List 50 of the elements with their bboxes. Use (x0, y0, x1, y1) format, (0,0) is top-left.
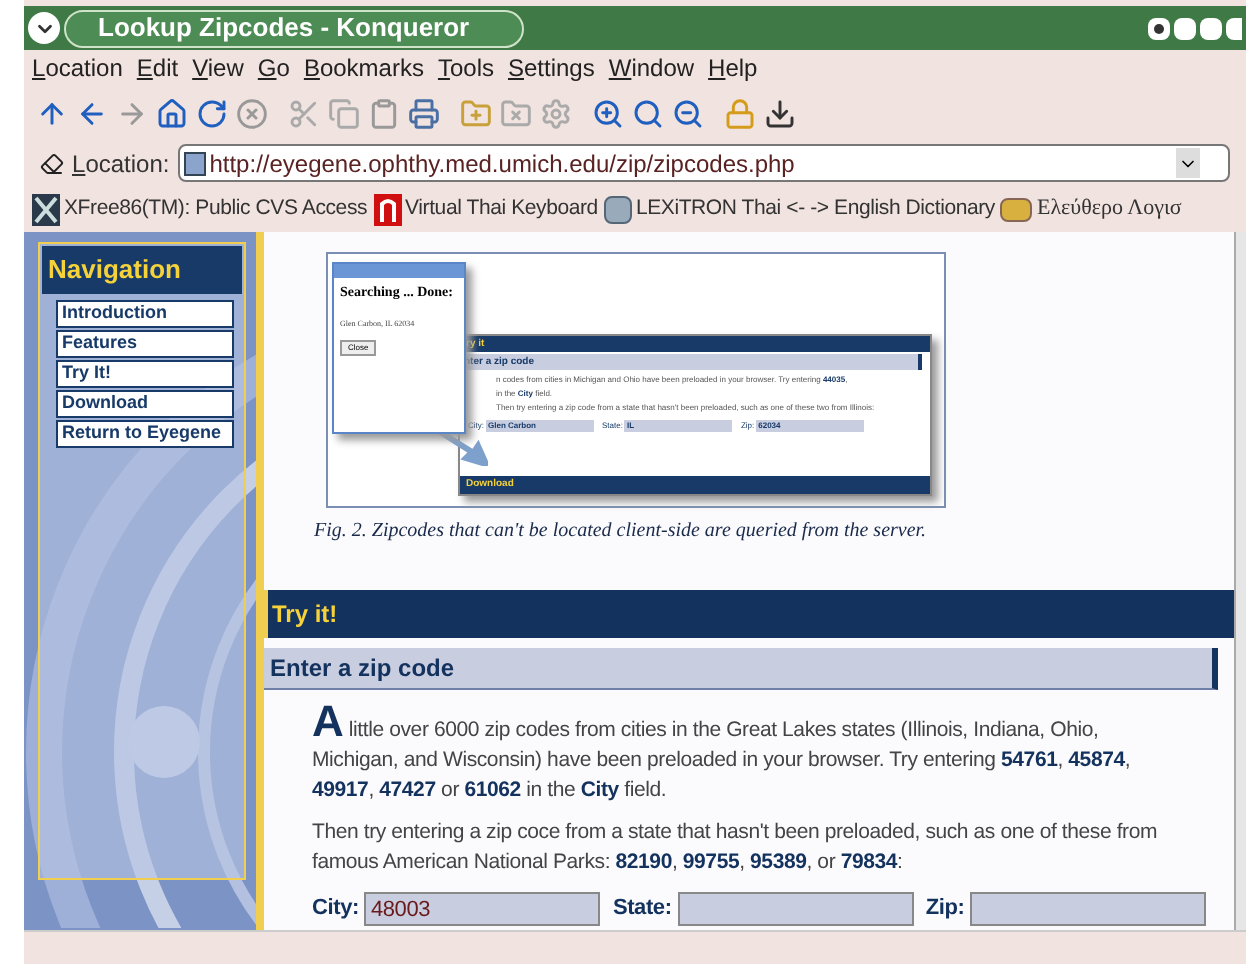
nav-link[interactable]: Introduction (56, 299, 234, 327)
help-icon[interactable] (1148, 17, 1170, 39)
navigation-title: Navigation (42, 246, 242, 293)
menu-item[interactable]: Tools (437, 50, 494, 86)
location-field[interactable]: http://eyegene.ophthy.med.umich.edu/zip/zipcodes.php (177, 144, 1230, 182)
text-field[interactable] (677, 892, 914, 926)
field-label: Zip: (925, 894, 965, 924)
nav-link[interactable]: Try It! (56, 359, 234, 387)
menu-item[interactable]: View (192, 50, 244, 86)
home-icon[interactable] (156, 97, 188, 129)
bookmark-link[interactable]: Ελεύθερο Λογισ (1036, 192, 1182, 226)
maximize-button[interactable] (1200, 17, 1222, 39)
zoom-out-icon[interactable] (672, 97, 704, 129)
nav-link[interactable]: Return to Eyegene (56, 419, 234, 447)
x-logo-icon (32, 193, 60, 225)
text-field[interactable]: 48003 (364, 892, 601, 926)
bookmark-link[interactable]: XFree86(TM): Public CVS Access (64, 193, 368, 225)
field-label: City: (312, 894, 359, 924)
menu-item[interactable]: Bookmarks (303, 50, 424, 86)
nav-link[interactable]: Download (56, 389, 234, 417)
download-icon[interactable] (764, 97, 796, 129)
menu-item[interactable]: Location (32, 50, 123, 86)
section-header: Try it! (264, 590, 1234, 638)
zoom-in-icon[interactable] (592, 97, 624, 129)
bookmark-link[interactable]: Virtual Thai Keyboard (405, 193, 598, 225)
print-icon[interactable] (408, 97, 440, 129)
text-field[interactable] (970, 892, 1207, 926)
scrollbar[interactable] (1234, 232, 1246, 930)
clear-location-icon[interactable] (40, 151, 64, 175)
minimize-button[interactable] (1174, 17, 1196, 39)
menu-item[interactable]: Settings (507, 50, 595, 86)
menu-item[interactable]: Edit (136, 50, 179, 86)
bookmark-link[interactable]: LEXiTRON Thai <- -> English Dictionary (635, 193, 995, 225)
location-label: Location: (72, 147, 170, 181)
close-button[interactable] (1226, 17, 1242, 39)
menu-item[interactable]: Help (708, 50, 758, 86)
menu-item[interactable]: Go (257, 50, 290, 86)
window-menu-icon[interactable] (28, 12, 60, 44)
search-icon[interactable] (632, 97, 664, 129)
popup-title-bar (334, 264, 464, 278)
field-label: State: (612, 894, 672, 924)
paragraph: Then try entering a zip coce from a state that hasn't been preloaded, such as one of these from famous American National Parks: 82190, 99755, 95389, or 79834: (312, 818, 1160, 878)
paragraph: A little over 6000 zip codes from cities in the Great Lakes states (Illinois, Indiana, Ohio, Michigan, and Wisconsin) have been preloaded in your browser. Try entering 54761, 45874, 49917, 47427 or 61062 in the City field. (312, 706, 1133, 806)
keyboard-icon (373, 193, 402, 225)
figure-caption: Fig. 2. Zipcodes that can't be located client-side are queried from the server. (314, 518, 929, 546)
window-title: Lookup Zipcodes - Konqueror (64, 9, 524, 47)
menu-item[interactable]: Window (608, 50, 695, 86)
subsection-header: Enter a zip code (264, 648, 1218, 690)
reload-icon[interactable] (196, 97, 228, 129)
nav-link[interactable]: Features (56, 329, 234, 357)
